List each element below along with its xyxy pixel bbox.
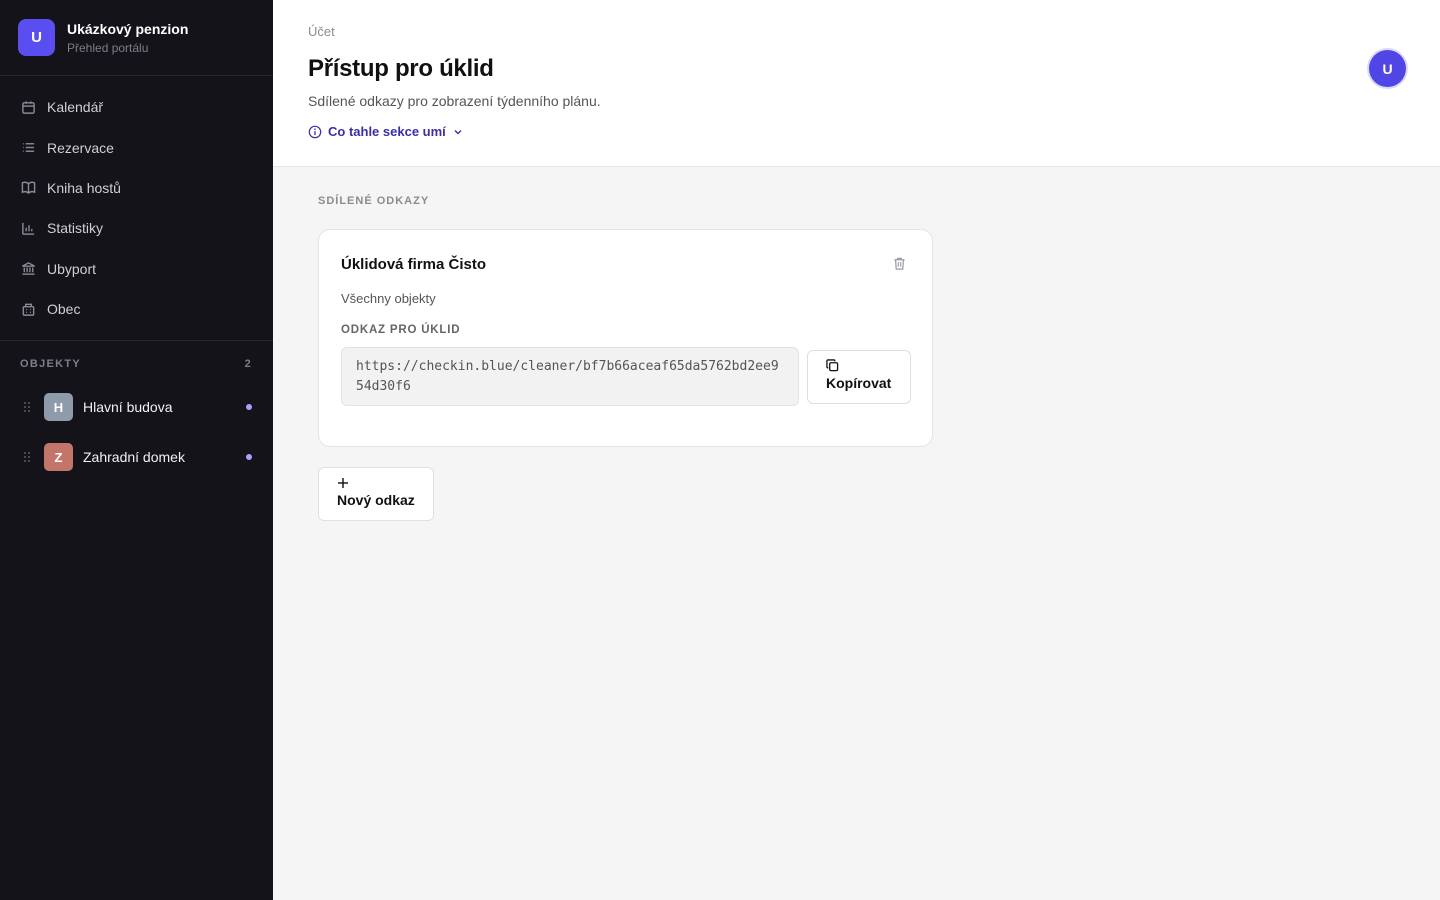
help-toggle[interactable]: Co tahle sekce umí [308, 124, 463, 139]
card-scope: Všechny objekty [341, 291, 436, 306]
sidebar: U Ukázkový penzion Přehled portálu Kalen… [0, 0, 273, 900]
objects-header-label: OBJEKTY [20, 358, 82, 371]
building-icon [22, 303, 35, 316]
object-item-main-building[interactable]: H Hlavní budova [0, 382, 273, 432]
info-icon [308, 125, 322, 138]
book-icon [21, 182, 36, 195]
trash-icon[interactable] [892, 256, 907, 271]
user-avatar[interactable]: U [1369, 50, 1406, 87]
brand[interactable]: U Ukázkový penzion Přehled portálu [0, 0, 273, 76]
drag-handle-icon[interactable] [23, 401, 31, 413]
copy-icon [826, 359, 839, 372]
nav-item-statistics[interactable]: Statistiky [0, 208, 273, 248]
object-status-dot [246, 404, 252, 411]
object-name: Zahradní domek [83, 449, 185, 466]
brand-name: Ukázkový penzion [67, 21, 189, 37]
card-title: Úklidová firma Čisto [341, 256, 487, 273]
main-nav: Kalendář Rezervace Kniha hostů Statistik… [0, 76, 273, 342]
copy-button-label: Kopírovat [826, 375, 892, 391]
nav-item-municipality[interactable]: Obec [0, 289, 273, 329]
brand-subtitle: Přehled portálu [67, 41, 149, 55]
help-toggle-label: Co tahle sekce umí [328, 124, 446, 139]
nav-item-guestbook[interactable]: Kniha hostů [0, 168, 273, 208]
nav-item-reservations[interactable]: Rezervace [0, 127, 273, 167]
objects-list: H Hlavní budova Z Zahradní domek [0, 382, 273, 482]
breadcrumb[interactable]: Účet [308, 24, 335, 39]
nav-item-calendar[interactable]: Kalendář [0, 87, 273, 127]
plus-icon [338, 478, 348, 488]
share-url-field[interactable]: https://checkin.blue/cleaner/bf7b66aceaf… [341, 347, 799, 406]
calendar-icon [22, 101, 35, 114]
new-link-button[interactable]: Nový odkaz [318, 467, 434, 521]
page-header: Účet Přístup pro úklid Sdílené odkazy pr… [273, 0, 1440, 167]
share-link-card: Úklidová firma Čisto Všechny objekty ODK… [318, 229, 933, 447]
brand-avatar: U [18, 19, 55, 56]
nav-item-label: Kniha hostů [47, 179, 121, 196]
object-avatar: Z [44, 443, 73, 472]
bar-chart-icon [22, 222, 35, 235]
object-avatar: H [44, 393, 73, 422]
nav-item-ubyport[interactable]: Ubyport [0, 249, 273, 289]
nav-item-label: Obec [47, 301, 81, 318]
page-title: Přístup pro úklid [308, 55, 494, 82]
copy-button[interactable]: Kopírovat [807, 350, 911, 404]
chevron-down-icon [454, 129, 462, 134]
page-subtitle: Sdílené odkazy pro zobrazení týdenního p… [308, 93, 601, 109]
bank-icon [22, 262, 35, 276]
object-item-garden-house[interactable]: Z Zahradní domek [0, 432, 273, 482]
objects-header: OBJEKTY 2 [0, 358, 273, 370]
section-label: SDÍLENÉ ODKAZY [318, 195, 430, 207]
nav-item-label: Kalendář [47, 99, 104, 116]
nav-item-label: Statistiky [47, 220, 104, 237]
link-label: ODKAZ PRO ÚKLID [341, 324, 461, 336]
object-status-dot [246, 454, 252, 461]
drag-handle-icon[interactable] [23, 451, 31, 463]
objects-count: 2 [244, 358, 252, 371]
nav-item-label: Ubyport [47, 260, 97, 277]
new-link-button-label: Nový odkaz [337, 492, 415, 508]
object-name: Hlavní budova [83, 399, 173, 416]
list-icon [22, 143, 35, 153]
nav-item-label: Rezervace [47, 139, 114, 156]
